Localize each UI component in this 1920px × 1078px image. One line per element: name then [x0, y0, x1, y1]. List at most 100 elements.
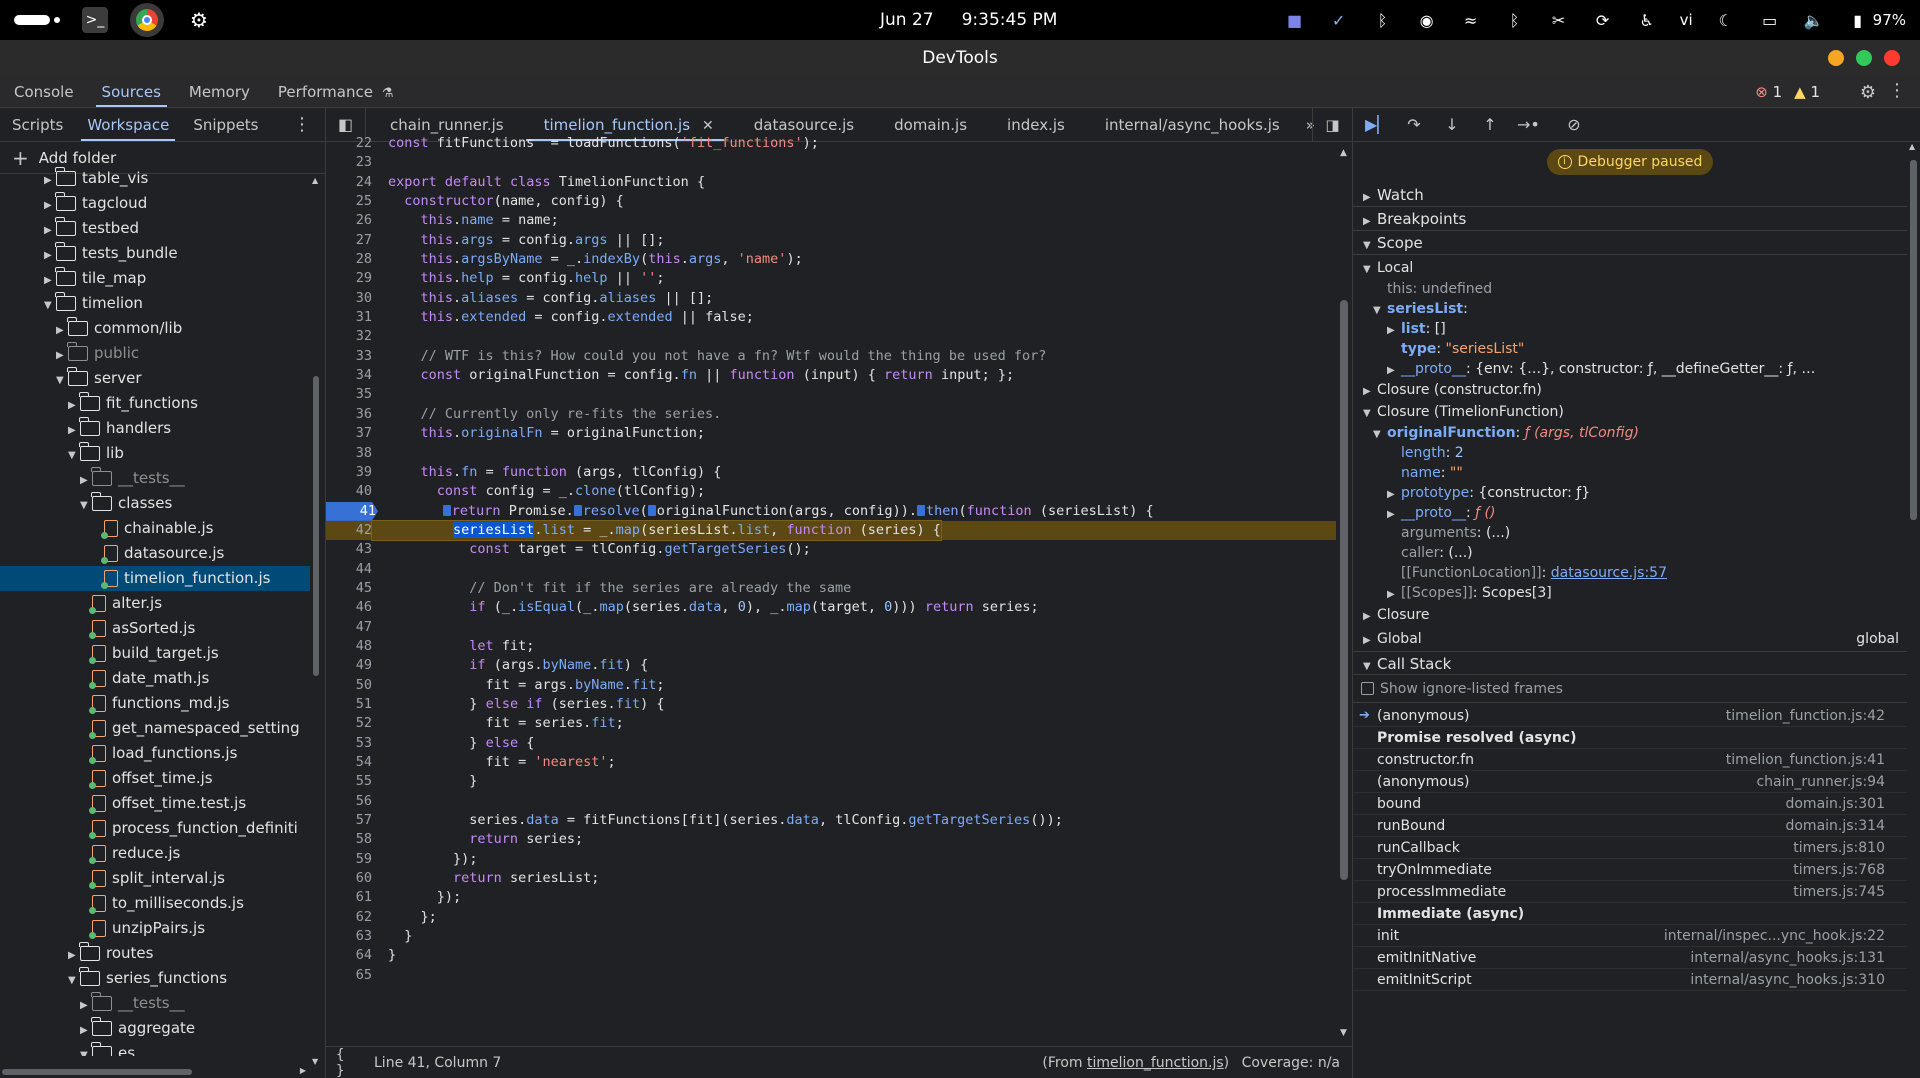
scope-local[interactable]: ▼ Local: [1353, 257, 1907, 279]
call-frame[interactable]: (anonymous) timelion_function.js:42: [1353, 705, 1907, 727]
code-line[interactable]: 34 const originalFunction = config.fn ||…: [326, 366, 1336, 385]
line-number[interactable]: 22: [326, 134, 372, 153]
code-line[interactable]: 57 series.data = fitFunctions[fit](serie…: [326, 811, 1336, 830]
scope-closure-timelionfunction[interactable]: ▼ Closure (TimelionFunction): [1353, 401, 1907, 423]
tree-folder[interactable]: ▼ lib: [0, 441, 310, 466]
scope-closure-constructor[interactable]: ▶ Closure (constructor.fn): [1353, 379, 1907, 401]
line-number[interactable]: 57: [326, 811, 372, 830]
code-line[interactable]: 60 return seriesList;: [326, 869, 1336, 888]
scope-section-header[interactable]: ▼ Scope: [1353, 231, 1907, 255]
tree-file[interactable]: alter.js: [0, 591, 310, 616]
scope-prop-name[interactable]: name: "": [1353, 463, 1907, 483]
expand-arrow-icon[interactable]: ▶: [44, 243, 56, 268]
call-stack-section-header[interactable]: ▼ Call Stack: [1353, 651, 1907, 675]
tree-folder[interactable]: ▶ public: [0, 341, 310, 366]
code-line[interactable]: 52 fit = series.fit;: [326, 714, 1336, 733]
scroll-up-icon[interactable]: ▲: [312, 176, 318, 185]
more-options-icon[interactable]: ⋮: [1888, 80, 1906, 101]
line-number[interactable]: 53: [326, 734, 372, 753]
bluetooth-icon[interactable]: ᛒ: [1504, 9, 1526, 31]
tree-folder[interactable]: ▼ timelion: [0, 291, 310, 316]
code-line[interactable]: 44: [326, 560, 1336, 579]
tree-file[interactable]: offset_time.js: [0, 766, 310, 791]
line-number[interactable]: 24: [326, 173, 372, 192]
nav-tab-scripts[interactable]: Scripts: [0, 108, 75, 141]
close-tab-icon[interactable]: ✕: [702, 118, 714, 134]
navigator-scrollbar[interactable]: ▲ ▼: [311, 176, 321, 1066]
expand-arrow-icon[interactable]: ▶: [80, 993, 92, 1018]
close-button[interactable]: [1884, 50, 1900, 66]
call-frame-location[interactable]: internal/async_hooks.js:310: [1690, 969, 1885, 991]
scope-prop-arguments[interactable]: arguments: (...): [1353, 523, 1907, 543]
code-line[interactable]: 58 return series;: [326, 830, 1336, 849]
scope-prop-scopes[interactable]: ▶ [[Scopes]]: Scopes[3]: [1353, 583, 1907, 603]
breakpoint-marker-icon[interactable]: [573, 504, 582, 516]
tools-icon[interactable]: ✂: [1548, 9, 1570, 31]
battery-indicator[interactable]: ▮ 97%: [1847, 9, 1906, 31]
tree-folder[interactable]: ▶ table_vis: [0, 166, 310, 191]
display-icon[interactable]: ▭: [1759, 9, 1781, 31]
code-line[interactable]: 65: [326, 966, 1336, 985]
scrollbar-thumb[interactable]: [2, 1069, 192, 1075]
code-line[interactable]: 35: [326, 385, 1336, 404]
tree-folder[interactable]: ▶ routes: [0, 941, 310, 966]
scope-closure[interactable]: ▶ Closure: [1353, 603, 1907, 627]
expand-arrow-icon[interactable]: ▶: [56, 343, 68, 368]
code-line[interactable]: 47: [326, 618, 1336, 637]
keyboard-layout[interactable]: vi: [1680, 11, 1693, 29]
tree-folder[interactable]: ▶ common/lib: [0, 316, 310, 341]
code-line[interactable]: 56: [326, 792, 1336, 811]
line-number[interactable]: 47: [326, 618, 372, 637]
discord-icon[interactable]: ◉: [1416, 9, 1438, 31]
pretty-print-button[interactable]: { }: [336, 1047, 360, 1078]
code-line[interactable]: 64}: [326, 946, 1336, 965]
code-line[interactable]: 63 }: [326, 927, 1336, 946]
tree-file[interactable]: timelion_function.js: [0, 566, 310, 591]
more-options-icon[interactable]: ⋮: [293, 114, 311, 135]
scope-var-this[interactable]: this: undefined: [1353, 279, 1907, 299]
scroll-right-icon[interactable]: ▶: [300, 1066, 306, 1075]
call-frame-location[interactable]: internal/async_hooks.js:131: [1690, 947, 1885, 969]
code-line[interactable]: 54 fit = 'nearest';: [326, 753, 1336, 772]
call-frame[interactable]: emitInitNative internal/async_hooks.js:13…: [1353, 947, 1907, 969]
line-number[interactable]: 63: [326, 927, 372, 946]
tree-file[interactable]: reduce.js: [0, 841, 310, 866]
wave-icon[interactable]: ≈: [1460, 9, 1482, 31]
show-ignore-listed-checkbox[interactable]: Show ignore-listed frames: [1353, 675, 1907, 703]
check-circle-icon[interactable]: ✓: [1328, 9, 1350, 31]
deactivate-breakpoints-icon[interactable]: ⊘: [1563, 115, 1585, 134]
tree-file[interactable]: get_namespaced_setting: [0, 716, 310, 741]
line-number[interactable]: 50: [326, 676, 372, 695]
line-number[interactable]: 48: [326, 637, 372, 656]
tree-folder[interactable]: ▶ aggregate: [0, 1016, 310, 1041]
teams-icon[interactable]: ■: [1284, 9, 1306, 31]
volume-icon[interactable]: 🔈: [1803, 9, 1825, 31]
line-number[interactable]: 29: [326, 269, 372, 288]
scope-var-originalfunction[interactable]: ▼ originalFunction: ƒ (args, tlConfig): [1353, 423, 1907, 443]
call-frame[interactable]: tryOnImmediate timers.js:768: [1353, 859, 1907, 881]
line-number[interactable]: 23: [326, 153, 372, 172]
os-clock[interactable]: 9:35:45 PM: [962, 10, 1058, 30]
call-frame-location[interactable]: timers.js:810: [1793, 837, 1885, 859]
line-number[interactable]: 32: [326, 327, 372, 346]
code-line[interactable]: 28 this.argsByName = _.indexBy(this.args…: [326, 250, 1336, 269]
issues-counter[interactable]: ⊗ 1 ▲ 1: [1755, 76, 1820, 108]
accessibility-icon[interactable]: ♿: [1636, 9, 1658, 31]
breakpoint-marker-icon[interactable]: [916, 504, 925, 516]
step-over-icon[interactable]: ↷: [1403, 115, 1425, 134]
expand-arrow-icon[interactable]: ▶: [44, 168, 56, 193]
tree-folder[interactable]: ▼ server: [0, 366, 310, 391]
tree-folder[interactable]: ▶ fit_functions: [0, 391, 310, 416]
breakpoint-marker-icon[interactable]: [442, 504, 451, 516]
breakpoints-section-header[interactable]: ▶ Breakpoints: [1353, 207, 1907, 231]
collapse-arrow-icon[interactable]: ▼: [80, 1043, 92, 1056]
code-line[interactable]: 36 // Currently only re-fits the series.: [326, 405, 1336, 424]
code-line[interactable]: 41 return Promise. resolve(originalFuncti…: [326, 501, 1336, 521]
code-line[interactable]: 53 } else {: [326, 734, 1336, 753]
code-line[interactable]: 33 // WTF is this? How could you not hav…: [326, 347, 1336, 366]
line-number[interactable]: 55: [326, 772, 372, 791]
tree-file[interactable]: functions_md.js: [0, 691, 310, 716]
scope-prop-proto[interactable]: ▶ __proto__: {env: {…}, constructor: ƒ, _…: [1353, 359, 1907, 379]
moon-icon[interactable]: ☾: [1715, 9, 1737, 31]
scope-prop-proto2[interactable]: ▶ __proto__: ƒ (): [1353, 503, 1907, 523]
